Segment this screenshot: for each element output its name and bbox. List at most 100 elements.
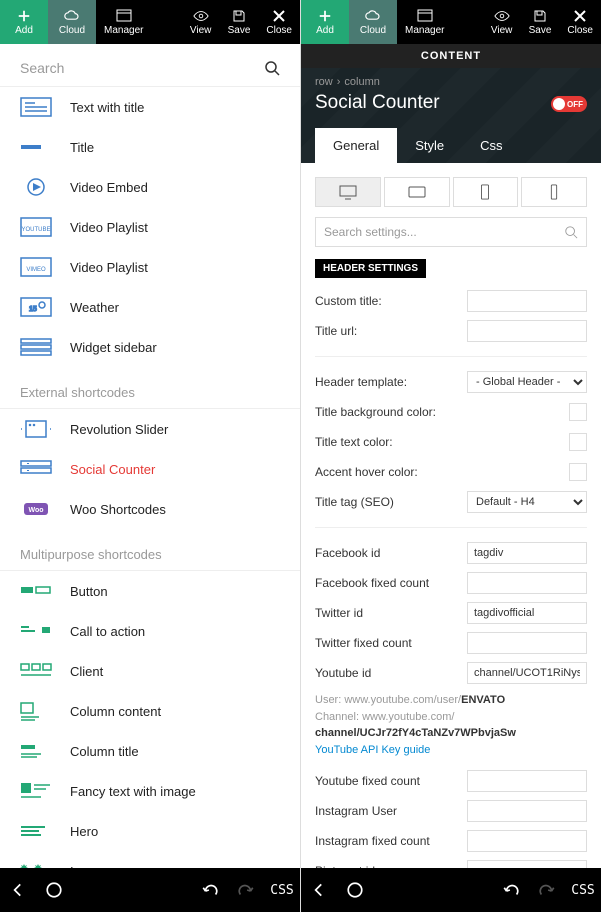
device-desktop[interactable] — [315, 177, 381, 207]
cta-icon — [20, 621, 52, 641]
svg-text:Woo: Woo — [28, 507, 43, 514]
title-icon — [20, 137, 52, 157]
fb-id-input[interactable] — [467, 542, 587, 564]
yt-id-input[interactable] — [467, 662, 587, 684]
css-button[interactable]: CSS — [565, 872, 601, 908]
settings-search-input[interactable] — [324, 225, 564, 239]
yt-fixed-input[interactable] — [467, 770, 587, 792]
list-item-col-content[interactable]: Column content — [0, 691, 300, 731]
list-item-label: Video Playlist — [70, 260, 148, 275]
title-tag-select[interactable]: Default - H4 — [467, 491, 587, 513]
youtube-api-link[interactable]: YouTube API Key guide — [315, 744, 430, 756]
list-item-video-embed[interactable]: Video Embed — [0, 167, 300, 207]
title-url-input[interactable] — [467, 320, 587, 342]
fb-fixed-input[interactable] — [467, 572, 587, 594]
list-item-vimeo[interactable]: VIMEO Video Playlist — [0, 247, 300, 287]
svg-text:15: 15 — [29, 306, 37, 313]
list-item-title[interactable]: Title — [0, 127, 300, 167]
list-item-weather[interactable]: 15Weather — [0, 287, 300, 327]
on-off-toggle[interactable]: OFF — [551, 96, 587, 112]
undo-button[interactable] — [493, 872, 529, 908]
list-item-fancy[interactable]: Fancy text with image — [0, 771, 300, 811]
list-item-icon[interactable]: Icon — [0, 851, 300, 868]
svg-text:VIMEO: VIMEO — [26, 267, 46, 273]
view-button[interactable]: View — [483, 0, 521, 44]
view-button[interactable]: View — [182, 0, 220, 44]
cloud-button[interactable]: Cloud — [48, 0, 96, 44]
device-phone[interactable] — [521, 177, 587, 207]
device-tablet-portrait[interactable] — [453, 177, 519, 207]
list-item-button[interactable]: Button — [0, 571, 300, 611]
social-counter-icon — [20, 459, 52, 479]
undo-button[interactable] — [192, 872, 228, 908]
svg-text:YOUTUBE: YOUTUBE — [21, 227, 50, 233]
search-row — [0, 44, 300, 87]
list-item-cta[interactable]: Call to action — [0, 611, 300, 651]
list-item-revslider[interactable]: Revolution Slider — [0, 409, 300, 449]
widget-icon — [20, 337, 52, 357]
tw-fixed-label: Twitter fixed count — [315, 636, 467, 650]
tabs: General Style Css — [315, 128, 587, 163]
device-tablet-landscape[interactable] — [384, 177, 450, 207]
button-icon — [20, 581, 52, 601]
cloud-button[interactable]: Cloud — [349, 0, 397, 44]
pin-id-input[interactable] — [467, 860, 587, 868]
list-item-woo[interactable]: Woo Woo Shortcodes — [0, 489, 300, 529]
home-button[interactable] — [36, 872, 72, 908]
search-input[interactable] — [20, 60, 264, 76]
header-template-select[interactable]: - Global Header - — [467, 371, 587, 393]
ig-fixed-label: Instagram fixed count — [315, 834, 467, 848]
tab-css[interactable]: Css — [462, 128, 520, 163]
search-icon[interactable] — [264, 60, 280, 76]
tw-fixed-input[interactable] — [467, 632, 587, 654]
list-item-youtube[interactable]: YOUTUBE Video Playlist — [0, 207, 300, 247]
list-item-social-counter[interactable]: Social Counter — [0, 449, 300, 489]
video-embed-icon — [20, 177, 52, 197]
list-item-text-title[interactable]: Text with title — [0, 87, 300, 127]
section-header: External shortcodes — [0, 367, 300, 409]
youtube-info: User: www.youtube.com/user/ENVATO Channe… — [315, 692, 587, 758]
back-button[interactable] — [0, 872, 36, 908]
tab-general[interactable]: General — [315, 128, 397, 163]
css-button[interactable]: CSS — [264, 872, 300, 908]
search-icon[interactable] — [564, 225, 578, 239]
manager-button[interactable]: Manager — [397, 0, 452, 44]
hero-icon — [20, 821, 52, 841]
redo-button[interactable] — [529, 872, 565, 908]
ig-fixed-input[interactable] — [467, 830, 587, 852]
manager-button[interactable]: Manager — [96, 0, 151, 44]
list-item-label: Woo Shortcodes — [70, 502, 166, 517]
title-bg-color[interactable] — [569, 403, 587, 421]
close-button[interactable]: Close — [258, 0, 300, 44]
list-item-client[interactable]: Client — [0, 651, 300, 691]
close-button[interactable]: Close — [559, 0, 601, 44]
title-text-color[interactable] — [569, 433, 587, 451]
list-item-label: Button — [70, 584, 108, 599]
list-item-label: Video Playlist — [70, 220, 148, 235]
list-item-label: Hero — [70, 824, 98, 839]
settings-search — [315, 217, 587, 247]
list-item-widget[interactable]: Widget sidebar — [0, 327, 300, 367]
form-area: HEADER SETTINGS Custom title: Title url:… — [301, 259, 601, 868]
tw-id-input[interactable] — [467, 602, 587, 624]
list-item-hero[interactable]: Hero — [0, 811, 300, 851]
ig-user-input[interactable] — [467, 800, 587, 822]
custom-title-label: Custom title: — [315, 294, 467, 308]
add-button[interactable]: Add — [0, 0, 48, 44]
add-button[interactable]: Add — [301, 0, 349, 44]
save-button[interactable]: Save — [220, 0, 259, 44]
list-item-label: Revolution Slider — [70, 422, 168, 437]
tab-style[interactable]: Style — [397, 128, 462, 163]
accent-label: Accent hover color: — [315, 465, 569, 479]
custom-title-input[interactable] — [467, 290, 587, 312]
list-item-col-title[interactable]: Column title — [0, 731, 300, 771]
client-icon — [20, 661, 52, 681]
redo-button[interactable] — [228, 872, 264, 908]
fb-id-label: Facebook id — [315, 546, 467, 560]
accent-color[interactable] — [569, 463, 587, 481]
home-button[interactable] — [337, 872, 373, 908]
save-button[interactable]: Save — [521, 0, 560, 44]
col-title-icon — [20, 741, 52, 761]
fb-fixed-label: Facebook fixed count — [315, 576, 467, 590]
back-button[interactable] — [301, 872, 337, 908]
